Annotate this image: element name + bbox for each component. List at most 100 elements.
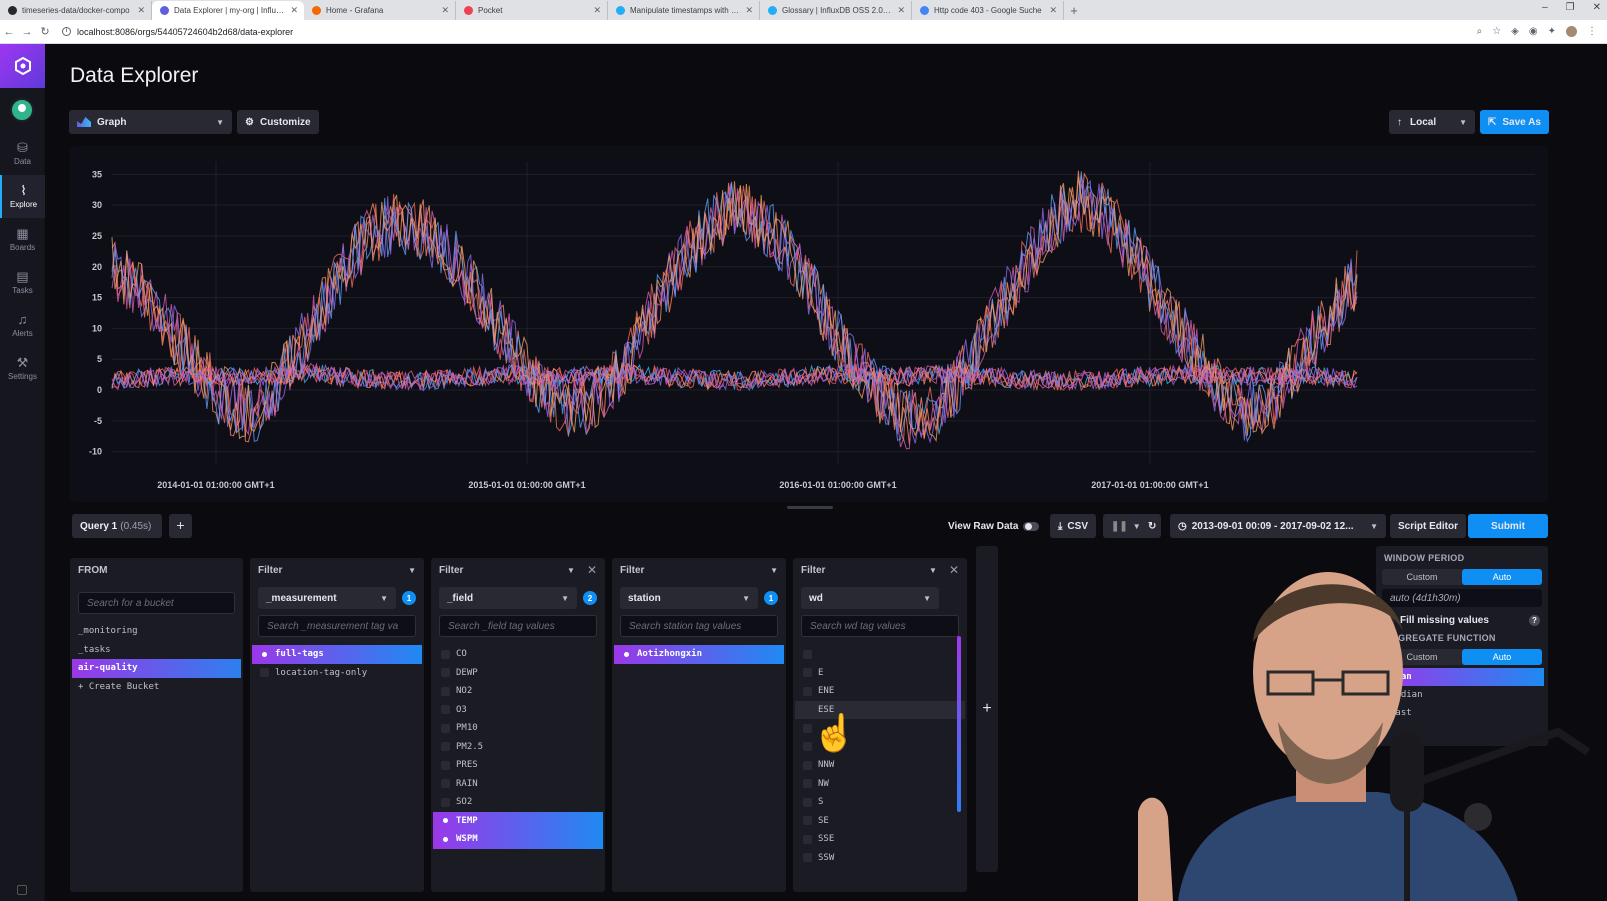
tag-value-item[interactable]: PM10 [433,719,603,738]
checkbox[interactable] [441,797,450,807]
checkbox[interactable] [803,742,812,752]
script-editor-button[interactable]: Script Editor [1390,514,1467,538]
tag-value-item[interactable]: WSPM [433,830,603,849]
close-tab-icon[interactable]: ✕ [593,5,601,16]
add-query-button[interactable]: + [169,514,192,538]
tag-value-item[interactable]: RAIN [433,775,603,794]
browser-tab[interactable]: Http code 403 - Google Suche ✕ [912,1,1064,20]
tag-value-item[interactable]: TEMP [433,811,603,830]
browser-tab[interactable]: Home - Grafana ✕ [304,1,456,20]
checkbox[interactable] [803,816,812,826]
tag-value-item[interactable]: SSE [795,830,965,849]
tag-value-item[interactable]: S [795,793,965,812]
bucket-item[interactable]: _monitoring [72,622,241,641]
minimize-icon[interactable]: – [1542,2,1548,13]
checkbox[interactable] [803,668,812,678]
checkbox[interactable] [441,742,450,752]
menu-dots-icon[interactable]: ⋮ [1587,26,1597,37]
chevron-down-icon[interactable]: ▼ [929,566,937,575]
submit-button[interactable]: Submit [1468,514,1548,538]
nav-item-tasks[interactable]: ▤ Tasks [0,261,45,304]
checkbox[interactable] [441,760,450,770]
checkbox[interactable] [803,779,812,789]
close-icon[interactable]: ✕ [949,563,959,577]
checkbox[interactable] [441,779,450,789]
checkbox[interactable] [803,853,812,863]
checkbox[interactable] [441,668,450,678]
zoom-icon[interactable]: ⌕ [1477,26,1483,37]
checkbox[interactable] [260,668,269,678]
tag-search-input[interactable]: Search _field tag values [439,615,597,637]
timezone-dropdown[interactable]: ↑ Local ▼ [1389,110,1475,134]
checkbox[interactable] [441,835,450,844]
browser-tab[interactable]: Data Explorer | my-org | InfluxDB ✕ [152,1,304,20]
tag-value-item[interactable]: SO2 [433,793,603,812]
reload-icon[interactable]: ↻ [36,25,54,38]
user-avatar[interactable] [10,98,34,122]
tag-value-item[interactable]: location-tag-only [252,664,422,683]
filter-key-dropdown[interactable]: station ▼ [620,587,758,609]
profile-avatar[interactable] [1566,26,1577,37]
tag-value-item[interactable]: full-tags [252,645,422,664]
tag-value-item[interactable]: NO2 [433,682,603,701]
new-tab-button[interactable]: + [1064,1,1084,20]
browser-tab[interactable]: Pocket ✕ [456,1,608,20]
tag-value-item[interactable]: DEWP [433,664,603,683]
tag-value-item[interactable]: PRES [433,756,603,775]
forward-icon[interactable]: → [18,26,36,38]
add-filter-button[interactable]: + [976,546,998,872]
extension-icon[interactable]: ◈ [1511,26,1519,37]
filter-key-dropdown[interactable]: _field ▼ [439,587,577,609]
close-tab-icon[interactable]: ✕ [1049,5,1057,16]
browser-tab[interactable]: Manipulate timestamps with Flu ✕ [608,1,760,20]
checkbox[interactable] [622,650,631,659]
tag-value-item[interactable]: SE [795,812,965,831]
save-as-button[interactable]: ⇱ Save As [1480,110,1549,134]
collapse-nav-icon[interactable] [17,885,27,895]
checkbox[interactable] [803,760,812,770]
browser-tab[interactable]: Glossary | InfluxDB OSS 2.0 Docu ✕ [760,1,912,20]
nav-item-boards[interactable]: ▦ Boards [0,218,45,261]
close-tab-icon[interactable]: ✕ [897,5,905,16]
checkbox[interactable] [441,649,450,659]
close-tab-icon[interactable]: ✕ [441,5,449,16]
tag-value-item[interactable]: CO [433,645,603,664]
tag-search-input[interactable]: Search station tag values [620,615,778,637]
tag-search-input[interactable]: Search wd tag values [801,615,959,637]
pause-dropdown[interactable]: ❚❚ ▼ [1103,514,1149,538]
checkbox[interactable] [803,797,812,807]
chevron-down-icon[interactable]: ▼ [408,566,416,575]
filter-key-dropdown[interactable]: _measurement ▼ [258,587,396,609]
nav-item-data[interactable]: ⛁ Data [0,132,45,175]
query-tab[interactable]: Query 1 (0.45s) [72,514,162,538]
close-tab-icon[interactable]: ✕ [137,5,145,16]
browser-tab[interactable]: timeseries-data/docker-compo ✕ [0,1,152,20]
view-raw-data-toggle[interactable]: View Raw Data [940,514,1047,538]
pocket-icon[interactable]: ◉ [1529,26,1538,37]
nav-item-explore[interactable]: ⌇ Explore [0,175,45,218]
bucket-search-input[interactable]: Search for a bucket [78,592,235,614]
bucket-item[interactable]: air-quality [72,659,241,678]
checkbox[interactable] [441,816,450,825]
time-range-dropdown[interactable]: ◷ 2013-09-01 00:09 - 2017-09-02 12... ▼ [1170,514,1386,538]
tag-value-item[interactable]: PM2.5 [433,738,603,757]
resize-handle[interactable] [787,506,833,509]
csv-button[interactable]: ⤓ CSV [1050,514,1096,538]
close-tab-icon[interactable]: ✕ [745,5,753,16]
chevron-down-icon[interactable]: ▼ [567,566,575,575]
toggle-switch[interactable] [1023,521,1040,531]
restore-icon[interactable]: ❐ [1566,2,1575,13]
checkbox[interactable] [803,834,812,844]
tag-value-item[interactable]: NW [795,775,965,794]
checkbox[interactable] [803,723,812,733]
bookmark-star-icon[interactable]: ☆ [1492,26,1501,37]
nav-item-settings[interactable]: ⚒ Settings [0,347,45,390]
vis-type-dropdown[interactable]: Graph ▼ [69,110,232,134]
influxdb-logo-icon[interactable] [0,44,45,88]
checkbox[interactable] [803,649,812,659]
graph-panel[interactable]: 35 30 25 20 15 10 5 0 -5 -10 2014-01-01 01:00:00 G… [70,146,1548,502]
checkbox[interactable] [260,650,269,659]
checkbox[interactable] [803,686,812,696]
chevron-down-icon[interactable]: ▼ [770,566,778,575]
list-scrollbar[interactable] [957,636,961,812]
